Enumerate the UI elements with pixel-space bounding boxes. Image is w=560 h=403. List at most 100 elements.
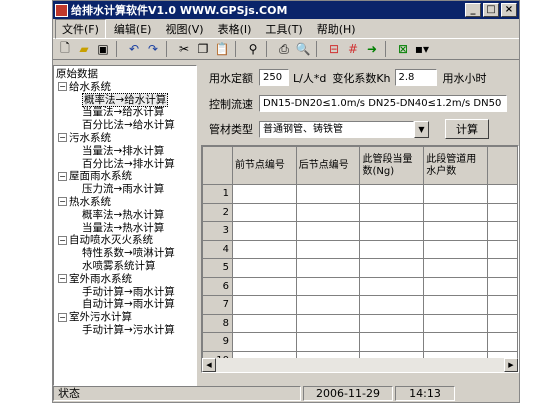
collapse-icon[interactable]: −: [58, 197, 67, 207]
column-header[interactable]: 前节点编号: [231, 146, 297, 185]
tree-item[interactable]: 当量法→热水计算: [56, 222, 196, 235]
row-header[interactable]: 2: [202, 202, 233, 222]
tree-item[interactable]: 概率法→给水计算: [56, 92, 196, 107]
collapse-icon[interactable]: −: [58, 133, 67, 143]
minimize-button[interactable]: _: [465, 3, 481, 17]
grid-cell[interactable]: [295, 184, 361, 204]
new-icon[interactable]: 🗋: [56, 40, 74, 58]
collapse-icon[interactable]: −: [58, 312, 67, 322]
grid-cell[interactable]: [423, 276, 489, 296]
grid-cell[interactable]: [423, 239, 489, 259]
print-icon[interactable]: ⎙: [275, 40, 293, 58]
collapse-icon[interactable]: −: [58, 82, 67, 92]
maximize-button[interactable]: □: [483, 3, 499, 17]
column-header[interactable]: 此管段当量数(Ng): [359, 146, 425, 185]
tree-item[interactable]: 手动计算→污水计算: [56, 324, 196, 337]
grid-cell[interactable]: [487, 184, 518, 204]
tree-root[interactable]: 原始数据: [56, 68, 196, 81]
grid-cell[interactable]: [423, 202, 489, 222]
grid-cell[interactable]: [359, 313, 425, 333]
save-icon[interactable]: ▣: [94, 40, 112, 58]
grid-cell[interactable]: [487, 313, 518, 333]
print-preview-icon[interactable]: 🔍: [294, 40, 312, 58]
flow-input[interactable]: DN15-DN20≤1.0m/s DN25-DN40≤1.2m/s DN50: [259, 95, 507, 112]
grid-cell[interactable]: [231, 313, 297, 333]
pipe-select[interactable]: 普通钢管、铸铁管 ▼: [259, 120, 429, 138]
grid-cell[interactable]: [295, 295, 361, 315]
scroll-right-icon[interactable]: ▶: [504, 358, 518, 372]
grid-cell[interactable]: [359, 332, 425, 352]
grid-cell[interactable]: [423, 221, 489, 241]
grid-cell[interactable]: [359, 239, 425, 259]
grid-cell[interactable]: [423, 258, 489, 278]
column-header[interactable]: 此段管道用水户数: [423, 146, 489, 185]
grid-cell[interactable]: [359, 258, 425, 278]
collapse-icon[interactable]: −: [58, 235, 67, 245]
column-header[interactable]: 后节点编号: [295, 146, 361, 185]
tree-item[interactable]: 百分比法→排水计算: [56, 158, 196, 171]
grid-cell[interactable]: [295, 239, 361, 259]
column-header[interactable]: [487, 146, 518, 185]
grid-cell[interactable]: [487, 332, 518, 352]
row-header[interactable]: 3: [202, 221, 233, 241]
menu-table[interactable]: 表格(I): [212, 20, 258, 38]
redo-icon[interactable]: ↷: [144, 40, 162, 58]
insert-row-icon[interactable]: ⊟: [325, 40, 343, 58]
grid-cell[interactable]: [231, 258, 297, 278]
paste-icon[interactable]: 📋: [213, 40, 231, 58]
menu-file[interactable]: 文件(F): [55, 18, 106, 39]
find-icon[interactable]: ⚲: [244, 40, 262, 58]
grid-cell[interactable]: [295, 202, 361, 222]
row-header[interactable]: 8: [202, 313, 233, 333]
tree-item[interactable]: 概率法→热水计算: [56, 209, 196, 222]
grid-cell[interactable]: [231, 184, 297, 204]
tree-group[interactable]: − 室外污水计算: [56, 311, 196, 324]
go-icon[interactable]: ➜: [363, 40, 381, 58]
menu-help[interactable]: 帮助(H): [311, 20, 362, 38]
grid-icon[interactable]: #: [344, 40, 362, 58]
kh-input[interactable]: 2.8: [394, 69, 437, 86]
grid-cell[interactable]: [487, 202, 518, 222]
grid-cell[interactable]: [295, 276, 361, 296]
grid-cell[interactable]: [231, 332, 297, 352]
grid-cell[interactable]: [423, 295, 489, 315]
grid-cell[interactable]: [359, 221, 425, 241]
grid-cell[interactable]: [295, 221, 361, 241]
collapse-icon[interactable]: −: [58, 171, 67, 181]
excel-icon[interactable]: ⊠: [394, 40, 412, 58]
grid-cell[interactable]: [231, 276, 297, 296]
grid-cell[interactable]: [487, 239, 518, 259]
cut-icon[interactable]: ✂: [175, 40, 193, 58]
collapse-icon[interactable]: −: [58, 274, 67, 284]
tree-item[interactable]: 水喷雾系统计算: [56, 260, 196, 273]
copy-icon[interactable]: ❐: [194, 40, 212, 58]
menu-view[interactable]: 视图(V): [159, 20, 209, 38]
row-header[interactable]: 9: [202, 332, 233, 352]
calc-button[interactable]: 计算: [445, 119, 489, 139]
tree-group[interactable]: − 污水系统: [56, 132, 196, 145]
undo-icon[interactable]: ↶: [125, 40, 143, 58]
grid-cell[interactable]: [487, 295, 518, 315]
row-header[interactable]: 6: [202, 276, 233, 296]
tree-group[interactable]: − 屋面雨水系统: [56, 170, 196, 183]
grid-cell[interactable]: [295, 313, 361, 333]
grid-cell[interactable]: [423, 184, 489, 204]
grid-cell[interactable]: [487, 221, 518, 241]
dropdown-icon[interactable]: ▪▾: [413, 40, 431, 58]
tree-group[interactable]: − 自动喷水灭火系统: [56, 234, 196, 247]
grid-cell[interactable]: [359, 295, 425, 315]
grid-cell[interactable]: [231, 239, 297, 259]
grid-cell[interactable]: [359, 184, 425, 204]
grid-cell[interactable]: [487, 276, 518, 296]
grid-cell[interactable]: [295, 332, 361, 352]
row-header[interactable]: 7: [202, 295, 233, 315]
tree-item[interactable]: 自动计算→雨水计算: [56, 298, 196, 311]
grid-cell[interactable]: [423, 332, 489, 352]
tree-item[interactable]: 手动计算→雨水计算: [56, 286, 196, 299]
grid-cell[interactable]: [359, 276, 425, 296]
chevron-down-icon[interactable]: ▼: [414, 120, 429, 138]
menu-edit[interactable]: 编辑(E): [108, 20, 158, 38]
tree-item[interactable]: 压力流→雨水计算: [56, 183, 196, 196]
open-icon[interactable]: ▰: [75, 40, 93, 58]
grid-cell[interactable]: [231, 221, 297, 241]
